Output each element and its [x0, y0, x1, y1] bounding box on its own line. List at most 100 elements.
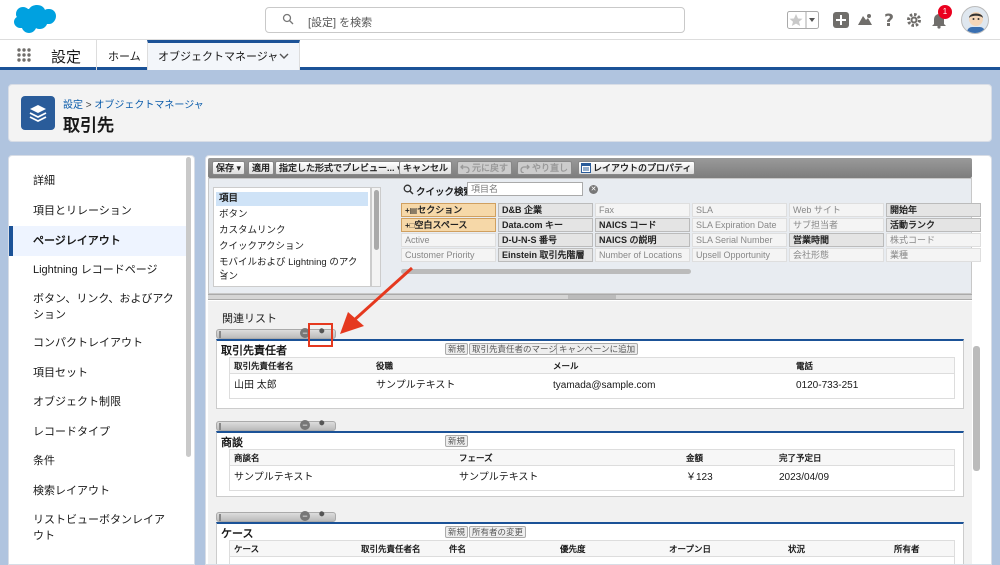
palette-category-custom-links[interactable]: カスタムリンク: [216, 224, 368, 238]
favorites-star-icon[interactable]: [787, 11, 819, 29]
canvas-scrollbar[interactable]: [973, 346, 980, 471]
sidebar-item-record-types[interactable]: レコードタイプ: [9, 424, 187, 441]
user-avatar[interactable]: [961, 6, 989, 34]
remove-icon[interactable]: −: [300, 511, 310, 521]
wrench-icon[interactable]: [316, 420, 328, 431]
palette-item[interactable]: SLA: [692, 203, 787, 217]
palette-item[interactable]: Einstein 取引先階層: [498, 248, 593, 262]
quick-find-input[interactable]: 項目名: [467, 182, 583, 196]
column-header: ケース: [234, 544, 260, 554]
column-header: 取引先責任者名: [234, 361, 294, 371]
table-cell: サンプルテキスト: [376, 380, 456, 391]
wrench-icon[interactable]: [316, 511, 328, 522]
palette-category-fields[interactable]: 項目: [216, 192, 368, 206]
table-cell: 2023/04/09: [779, 472, 830, 483]
palette-item[interactable]: NAICS の説明: [595, 233, 690, 247]
breadcrumb-object-manager-link[interactable]: オブジェクトマネージャ: [94, 100, 203, 111]
column-header: メール: [553, 361, 579, 371]
related-list-name: ケース: [221, 528, 254, 540]
nav-tab-home[interactable]: ホーム: [108, 48, 141, 64]
palette-item[interactable]: 会社形態: [789, 248, 884, 262]
help-icon[interactable]: ?: [880, 11, 898, 29]
sidebar-item-search-layouts[interactable]: 検索レイアウト: [9, 483, 187, 500]
table-header-row: 取引先責任者名 役職 メール 電話: [230, 358, 954, 374]
table-cell: 0120-733-251: [796, 380, 859, 391]
setup-search-input[interactable]: [設定] を検索: [265, 7, 685, 33]
layout-properties-label: レイアウトのプロパティ: [593, 163, 692, 173]
palette-item[interactable]: Active: [401, 233, 496, 247]
palette-item[interactable]: 開始年: [886, 203, 981, 217]
annotation-arrow-icon: [340, 266, 414, 334]
sidebar-item-conditions[interactable]: 条件: [9, 453, 187, 470]
palette-item[interactable]: SLA Expiration Date: [692, 218, 787, 232]
palette-category-buttons[interactable]: ボタン: [216, 208, 368, 222]
app-launcher-icon[interactable]: [16, 47, 32, 63]
trailhead-icon[interactable]: [856, 11, 874, 29]
palette-item[interactable]: SLA Serial Number: [692, 233, 787, 247]
sidebar-item-fields[interactable]: 項目とリレーション: [9, 203, 187, 220]
rl-new-button[interactable]: 新規: [445, 435, 469, 447]
apply-button[interactable]: 適用: [248, 161, 275, 175]
column-header: 取引先責任者名: [361, 544, 421, 554]
related-list-table: 取引先責任者名 役職 メール 電話 山田 太郎 サンプルテキスト tyamada…: [229, 357, 955, 399]
palette-horizontal-scrollbar[interactable]: [401, 269, 971, 275]
layout-properties-button[interactable]: レイアウトのプロパティ: [578, 161, 696, 175]
undo-button[interactable]: 元に戻す: [457, 161, 513, 175]
object-sidebar: 詳細 項目とリレーション ページレイアウト Lightning レコードページ …: [8, 155, 195, 565]
save-button[interactable]: 保存 ▾: [212, 161, 246, 175]
palette-item-blank-space[interactable]: +□空白スペース: [401, 218, 496, 232]
rl-new-button[interactable]: 新規: [445, 343, 469, 355]
sidebar-item-object-limits[interactable]: オブジェクト制限: [9, 394, 187, 411]
palette-item[interactable]: 営業時間: [789, 233, 884, 247]
nav-tab-object-manager[interactable]: オブジェクトマネージャ: [147, 40, 300, 70]
sidebar-scrollbar[interactable]: [186, 157, 191, 457]
rl-new-button[interactable]: 新規: [445, 526, 469, 538]
notification-badge: 1: [938, 5, 952, 19]
chevron-down-icon[interactable]: [279, 52, 289, 60]
palette-item[interactable]: NAICS コード: [595, 218, 690, 232]
palette-item[interactable]: Data.com キー: [498, 218, 593, 232]
setup-gear-icon[interactable]: [905, 11, 923, 29]
palette-item[interactable]: Web サイト: [789, 203, 884, 217]
palette-item-section[interactable]: +▤セクション: [401, 203, 496, 217]
quick-find-label: クイック検索: [416, 187, 474, 198]
palette-item[interactable]: Customer Priority: [401, 248, 496, 262]
palette-item[interactable]: 活動ランク: [886, 218, 981, 232]
palette-item[interactable]: Number of Locations: [595, 248, 690, 262]
global-add-icon[interactable]: [832, 11, 850, 29]
sidebar-item-compact-layouts[interactable]: コンパクトレイアウト: [9, 335, 187, 352]
column-header: 状況: [788, 544, 806, 554]
palette-item[interactable]: 株式コード: [886, 233, 981, 247]
palette-item[interactable]: D-U-N-S 番号: [498, 233, 593, 247]
global-header: [設定] を検索 ? 1: [0, 0, 1000, 40]
breadcrumb-setup-link[interactable]: 設定: [63, 100, 83, 111]
palette-category-quick-actions[interactable]: クイックアクション: [216, 240, 368, 254]
palette-item[interactable]: Upsell Opportunity: [692, 248, 787, 262]
field-palette: 項目 ボタン カスタムリンク クイックアクション モバイルおよび Lightni…: [208, 178, 981, 294]
rl-add-to-campaign-button[interactable]: キャンペーンに追加: [556, 343, 639, 355]
salesforce-logo-icon[interactable]: [10, 4, 56, 36]
palette-item[interactable]: Fax: [595, 203, 690, 217]
sidebar-item-list-view-button-layout-cont[interactable]: ウト: [9, 528, 187, 545]
sidebar-item-lightning-record-pages[interactable]: Lightning レコードページ: [9, 262, 187, 279]
palette-item[interactable]: 業種: [886, 248, 981, 262]
palette-splitter[interactable]: [208, 294, 972, 300]
rl-merge-contacts-button[interactable]: 取引先責任者のマージ: [469, 343, 560, 355]
palette-item[interactable]: サブ担当者: [789, 218, 884, 232]
sidebar-item-details[interactable]: 詳細: [9, 173, 187, 190]
redo-button[interactable]: やり直し: [517, 161, 573, 175]
sidebar-item-buttons-links-actions-cont[interactable]: ション: [9, 307, 187, 324]
preview-as-button[interactable]: 指定した形式でプレビュー... ▾: [275, 161, 406, 175]
cancel-button[interactable]: キャンセル: [399, 161, 453, 175]
sidebar-item-field-sets[interactable]: 項目セット: [9, 365, 187, 382]
nav-divider: [96, 40, 97, 70]
table-header-row: ケース 取引先責任者名 件名 優先度 オープン日 状況 所有者: [230, 541, 954, 557]
clear-search-icon[interactable]: ✕: [589, 185, 598, 194]
rl-change-owner-button[interactable]: 所有者の変更: [469, 526, 527, 538]
palette-item[interactable]: D&B 企業: [498, 203, 593, 217]
search-placeholder: [設定] を検索: [308, 17, 373, 29]
sidebar-item-page-layouts[interactable]: ページレイアウト: [9, 226, 187, 256]
remove-icon[interactable]: −: [300, 420, 310, 430]
sidebar-item-buttons-links-actions[interactable]: ボタン、リンク、およびアク: [9, 291, 187, 308]
sidebar-item-list-view-button-layout[interactable]: リストビューボタンレイア: [9, 512, 187, 529]
